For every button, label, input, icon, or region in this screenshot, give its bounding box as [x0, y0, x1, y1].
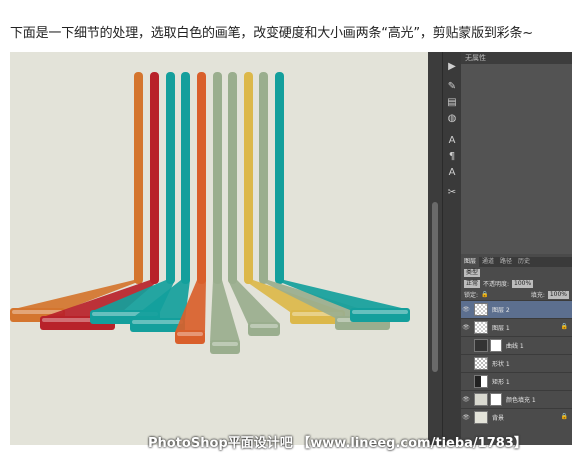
clone-source-icon[interactable]: ◍ [445, 112, 459, 126]
layer-name: 背景 [492, 415, 505, 422]
layer-thumbnail [474, 357, 488, 370]
curves-adjustment-icon [474, 339, 488, 352]
tab-history[interactable]: 历史 [515, 257, 533, 267]
layer-row-layer1[interactable]: 👁 图层 1 🔒 [461, 318, 572, 336]
layers-tabs: 图层 通道 路径 历史 [461, 257, 572, 267]
kind-filter-select[interactable]: 类型 [464, 268, 481, 277]
lock-icon[interactable]: 🔒 [481, 291, 488, 298]
document-canvas[interactable] [10, 52, 428, 445]
striped-perspective-artwork [10, 72, 410, 354]
layers-panel: 图层 通道 路径 历史 类型 正常 不透明度: 100% 锁定: 🔒 填充: 1… [461, 257, 572, 445]
scrollbar-thumb[interactable] [432, 202, 438, 372]
tab-channels[interactable]: 通道 [479, 257, 497, 267]
layer-lock-icon: 🔒 [560, 413, 568, 420]
layer-row-layer2[interactable]: 👁 图层 2 [461, 300, 572, 318]
properties-body [461, 64, 572, 254]
play-icon[interactable]: ▶ [445, 60, 459, 74]
stripe-highlight-4 [132, 320, 183, 324]
glyph-icon[interactable]: A [445, 166, 459, 180]
opacity-label: 不透明度: [483, 281, 510, 288]
vertical-stripe-10 [275, 72, 284, 284]
layer-name: 颜色填充 1 [506, 397, 536, 404]
visibility-eye-icon[interactable]: 👁 [461, 396, 471, 403]
character-icon[interactable]: A [445, 134, 459, 148]
layer-row-shape[interactable]: 形状 1 [461, 354, 572, 372]
site-watermark: PhotoShop平面设计吧 【www.lineeg.com/tieba/178… [148, 436, 527, 451]
properties-header: 无属性 [461, 52, 572, 64]
tutorial-caption: 下面是一下细节的处理，选取白色的画笔，改变硬度和大小画两条“高光”，剪贴蒙版到彩… [10, 26, 533, 41]
vertical-stripe-8 [244, 72, 253, 284]
layer-lock-icon: 🔒 [560, 323, 568, 330]
stripe-highlight-7 [250, 324, 278, 328]
visibility-eye-icon[interactable]: 👁 [461, 324, 471, 331]
vertical-stripe-5 [197, 72, 206, 284]
layer-name: 曲线 1 [506, 343, 524, 350]
stripe-highlight-10 [352, 310, 408, 314]
fill-input[interactable]: 100% [547, 290, 569, 299]
layer-row-color-fill[interactable]: 👁 颜色填充 1 [461, 390, 572, 408]
vertical-stripe-3 [166, 72, 175, 284]
layer-name: 矩形 1 [492, 379, 510, 386]
layer-row-rectangle[interactable]: 矩形 1 [461, 372, 572, 390]
stripe-highlight-5 [177, 332, 203, 336]
paragraph-icon[interactable]: ¶ [445, 150, 459, 164]
blend-row: 正常 不透明度: 100% [461, 278, 572, 289]
stripe-highlight-6 [212, 342, 238, 346]
lock-label: 锁定: [464, 292, 479, 299]
layer-row-curves[interactable]: 曲线 1 [461, 336, 572, 354]
opacity-input[interactable]: 100% [512, 279, 534, 288]
right-panels: 无属性 图层 通道 路径 历史 类型 正常 不透明度: 100% 锁定: 🔒 填… [461, 52, 572, 445]
layer-mask-thumbnail [490, 339, 502, 352]
vertical-stripe-7 [228, 72, 237, 284]
visibility-eye-icon[interactable]: 👁 [461, 306, 471, 313]
tool-presets-icon[interactable]: ✂ [445, 186, 459, 200]
visibility-eye-icon[interactable]: 👁 [461, 414, 471, 421]
blend-mode-select[interactable]: 正常 [464, 279, 481, 288]
tab-paths[interactable]: 路径 [497, 257, 515, 267]
layer-thumbnail [474, 411, 488, 424]
vertical-stripe-2 [150, 72, 159, 284]
vertical-stripe-6 [213, 72, 222, 284]
layer-name: 图层 1 [492, 325, 510, 332]
layer-thumbnail [474, 393, 488, 406]
layer-name: 形状 1 [492, 361, 510, 368]
layer-mask-thumbnail [490, 393, 502, 406]
canvas-scrollbar[interactable] [428, 52, 442, 445]
layer-filter-row: 类型 [461, 267, 572, 278]
brush-settings-icon[interactable]: ✎ [445, 80, 459, 94]
vertical-stripe-9 [259, 72, 268, 284]
lock-row: 锁定: 🔒 填充: 100% [461, 289, 572, 300]
panel-tool-strip: ▶ ✎ ▤ ◍ A ¶ A ✂ [442, 52, 461, 445]
vertical-stripe-4 [181, 72, 190, 284]
layer-thumbnail [474, 321, 488, 334]
layer-row-background[interactable]: 👁 背景 🔒 [461, 408, 572, 426]
brush-presets-icon[interactable]: ▤ [445, 96, 459, 110]
layer-thumbnail [474, 303, 488, 316]
layer-thumbnail [474, 375, 488, 388]
tab-layers[interactable]: 图层 [461, 257, 480, 267]
fill-label: 填充: [530, 292, 545, 299]
vertical-stripe-1 [134, 72, 143, 284]
layer-name: 图层 2 [492, 307, 510, 314]
